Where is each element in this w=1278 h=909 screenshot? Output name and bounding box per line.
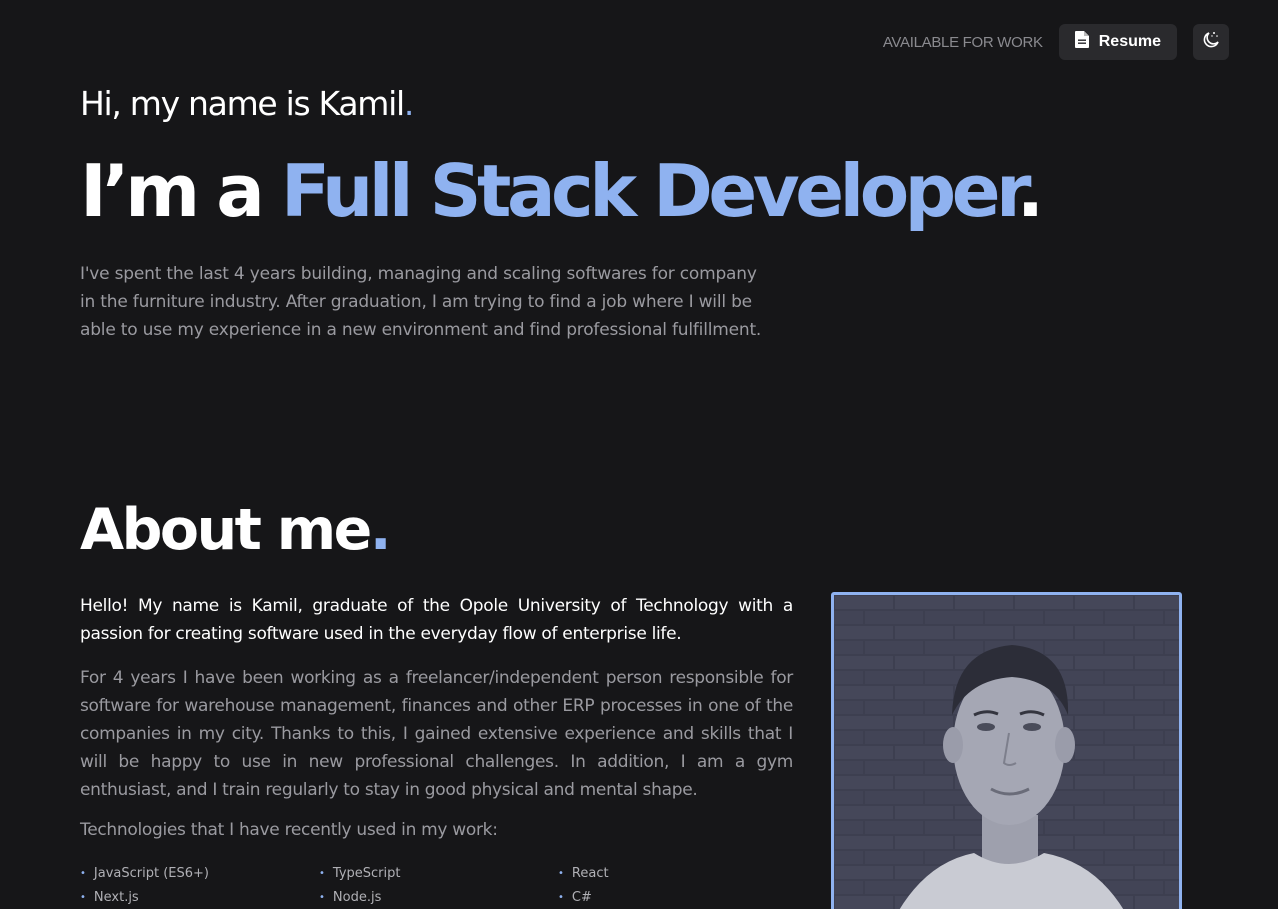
about-heading-text: About me — [80, 497, 372, 563]
bullet-icon: • — [558, 868, 564, 879]
moon-stars-icon — [1201, 30, 1221, 54]
availability-status: AVAILABLE FOR WORK — [882, 33, 1043, 51]
technologies-list: • JavaScript (ES6+) • TypeScript • React • N… — [80, 864, 800, 908]
hero-description: I've spent the last 4 years building, ma… — [80, 264, 762, 340]
portrait-illustration — [834, 595, 1179, 909]
about-body-paragraph: For 4 years I have been working as a fre… — [80, 668, 793, 800]
resume-button-label: Resume — [1098, 33, 1161, 50]
bullet-icon: • — [80, 892, 86, 903]
profile-photo — [831, 592, 1182, 909]
resume-button[interactable]: Resume — [1058, 24, 1177, 60]
document-icon — [1074, 31, 1089, 53]
hero-title: I’m a Full Stack Developer. — [80, 148, 1044, 234]
bullet-icon: • — [319, 868, 325, 879]
list-item: • C# — [558, 888, 797, 908]
bullet-icon: • — [80, 868, 86, 879]
bullet-icon: • — [319, 892, 325, 903]
title-dot: . — [1016, 149, 1044, 233]
hero-title-prefix: I’m a — [80, 149, 281, 233]
about-heading: About me. — [80, 496, 392, 564]
theme-toggle-button[interactable] — [1193, 24, 1229, 60]
about-lead-paragraph: Hello! My name is Kamil, graduate of the… — [80, 596, 793, 644]
hero-greeting: Hi, my name is Kamil. — [80, 84, 415, 123]
accent-dot: . — [403, 84, 415, 123]
list-item: • TypeScript — [319, 864, 558, 884]
list-item: • JavaScript (ES6+) — [80, 864, 319, 884]
greeting-text: Hi, my name is Kamil — [80, 84, 405, 123]
accent-dot: . — [369, 497, 392, 563]
hero-title-role: Full Stack Developer — [280, 149, 1021, 233]
technologies-intro: Technologies that I have recently used i… — [80, 820, 498, 840]
list-item: • React — [558, 864, 797, 884]
list-item: • Node.js — [319, 888, 558, 908]
list-item: • Next.js — [80, 888, 319, 908]
bullet-icon: • — [558, 892, 564, 903]
top-bar: AVAILABLE FOR WORK Resume — [883, 24, 1229, 60]
